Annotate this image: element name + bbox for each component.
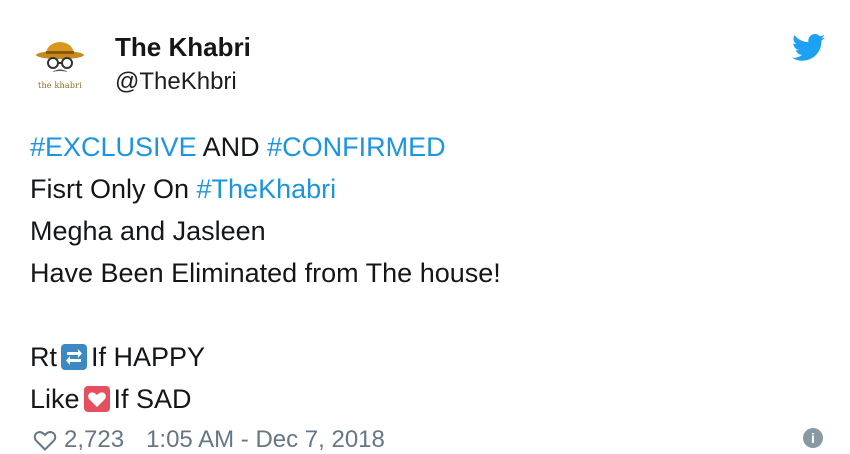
tweet-text: If SAD [113, 384, 192, 414]
tweet-footer: 2,723 1:05 AM - Dec 7, 2018 [32, 426, 385, 454]
info-icon[interactable]: i [803, 428, 823, 448]
hashtag-exclusive[interactable]: #EXCLUSIVE [30, 132, 197, 162]
tweet-text: Fisrt Only On [30, 174, 197, 204]
tweet-line-4: Have Been Eliminated from The house! [30, 258, 501, 288]
hashtag-confirmed[interactable]: #CONFIRMED [267, 132, 446, 162]
tweet-body: #EXCLUSIVE AND #CONFIRMED Fisrt Only On … [30, 126, 501, 420]
tweet-line-3: Megha and Jasleen [30, 216, 266, 246]
author-handle[interactable]: @TheKhbri [115, 68, 237, 96]
tweet-timestamp[interactable]: 1:05 AM - Dec 7, 2018 [146, 426, 385, 454]
tweet-line-1: #EXCLUSIVE AND #CONFIRMED [30, 126, 501, 168]
tweet-line-2: Fisrt Only On #TheKhabri [30, 168, 501, 210]
tweet-line-6: Like If SAD [30, 378, 501, 420]
tweet-line-5: Rt If HAPPY [30, 336, 501, 378]
tweet-card: the khabri The Khabri @TheKhbri #EXCLUSI… [0, 0, 850, 454]
retweet-emoji-icon [61, 344, 87, 370]
author-display-name[interactable]: The Khabri [115, 32, 251, 63]
hashtag-thekhabri[interactable]: #TheKhabri [197, 174, 337, 204]
author-avatar[interactable]: the khabri [26, 30, 94, 98]
tweet-text: Like [30, 384, 80, 414]
tweet-text: AND [196, 132, 268, 162]
red-heart-emoji-icon [83, 386, 110, 412]
tweet-text: If HAPPY [91, 342, 206, 372]
like-heart-icon[interactable] [32, 428, 58, 452]
tweet-text: Rt [30, 342, 57, 372]
detective-hat-icon [36, 41, 84, 72]
twitter-bird-icon[interactable] [792, 34, 826, 62]
avatar-label: the khabri [38, 80, 82, 90]
like-count[interactable]: 2,723 [64, 426, 124, 454]
